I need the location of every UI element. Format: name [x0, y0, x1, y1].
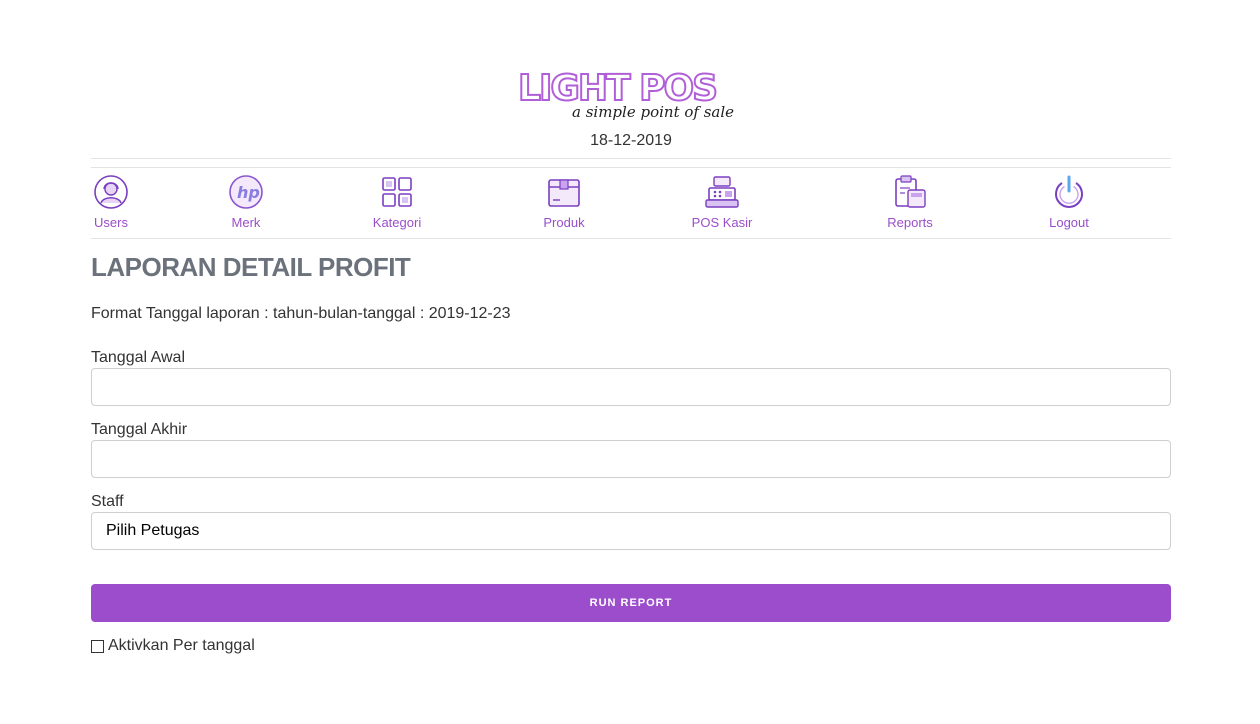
- nav-item-label: Users: [94, 215, 128, 230]
- start-date-label: Tanggal Awal: [91, 349, 185, 366]
- run-report-button[interactable]: RUN REPORT: [91, 584, 1171, 622]
- power-icon: [1055, 175, 1083, 208]
- nav-item-merk[interactable]: hp Merk: [201, 174, 291, 230]
- nav-item-label: Produk: [543, 215, 585, 230]
- staff-label: Staff: [91, 493, 124, 510]
- per-date-checkbox[interactable]: [91, 639, 104, 653]
- report-icon: [895, 175, 926, 208]
- nav-item-produk[interactable]: Produk: [519, 174, 609, 230]
- divider: [91, 158, 1171, 159]
- logo-tagline: a simple point of sale: [572, 103, 734, 121]
- nav-item-label: Merk: [231, 215, 261, 230]
- staff-select[interactable]: Pilih Petugas: [91, 512, 1171, 550]
- divider: [91, 238, 1171, 239]
- nav-item-logout[interactable]: Logout: [1024, 174, 1114, 230]
- nav-item-label: Reports: [887, 215, 933, 230]
- divider: [91, 167, 1171, 168]
- end-date-input[interactable]: [91, 440, 1171, 478]
- end-date-label: Tanggal Akhir: [91, 421, 188, 438]
- per-date-checkbox-label: Aktivkan Per tanggal: [108, 637, 255, 654]
- grid-icon: [382, 177, 412, 207]
- staff-select-value: Pilih Petugas: [106, 522, 200, 539]
- nav-item-pos-kasir[interactable]: POS Kasir: [677, 174, 767, 230]
- per-date-toggle-row: Aktivkan Per tanggal: [91, 637, 255, 655]
- box-icon: [548, 179, 580, 207]
- users-icon: [94, 175, 128, 209]
- app-logo: LIGHT POS a simple point of sale: [516, 66, 746, 126]
- main-nav: Users hp Merk Kategori Produk POS Kasir …: [91, 174, 1171, 234]
- nav-item-users[interactable]: Users: [66, 174, 156, 230]
- nav-item-label: Logout: [1049, 215, 1089, 230]
- cash-register-icon: [705, 176, 739, 208]
- start-date-input[interactable]: [91, 368, 1171, 406]
- hp-logo-icon: hp: [229, 175, 263, 209]
- current-date: 18-12-2019: [590, 132, 672, 149]
- nav-item-kategori[interactable]: Kategori: [352, 174, 442, 230]
- page-title: LAPORAN DETAIL PROFIT: [91, 252, 411, 282]
- nav-item-label: Kategori: [372, 215, 422, 230]
- svg-text:hp: hp: [237, 183, 260, 202]
- date-format-note: Format Tanggal laporan : tahun-bulan-tan…: [91, 305, 511, 322]
- nav-item-reports[interactable]: Reports: [865, 174, 955, 230]
- nav-item-label: POS Kasir: [691, 215, 753, 230]
